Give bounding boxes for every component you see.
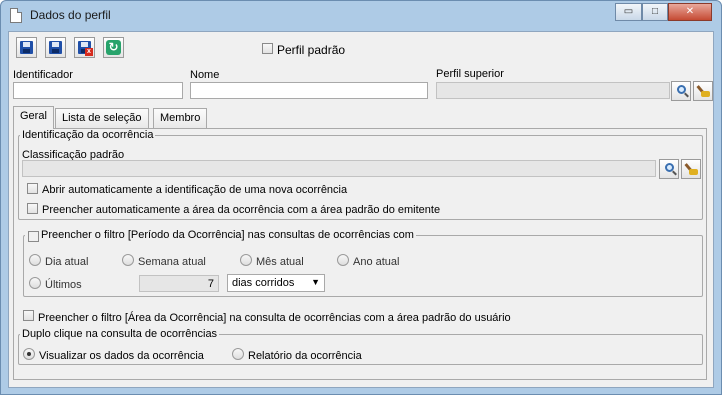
auto-open-label: Abrir automaticamente a identificação de…	[42, 184, 348, 196]
name-label: Nome	[190, 69, 220, 81]
radio-ultimos-label: Últimos	[45, 279, 82, 291]
maximize-button[interactable]: □	[642, 3, 668, 21]
document-icon	[10, 8, 22, 23]
radio-mes-atual-label: Mês atual	[256, 256, 304, 268]
parent-profile-clear-button[interactable]	[693, 81, 713, 101]
radio-visualizar-dados-label: Visualizar os dados da ocorrência	[39, 350, 204, 362]
parent-profile-input	[436, 82, 670, 99]
tab-membro[interactable]: Membro	[153, 108, 208, 128]
period-filter-legend: Preencher o filtro [Período da Ocorrênci…	[41, 229, 414, 241]
identifier-label: Identificador	[13, 69, 73, 81]
tab-panel-geral: Identificação da ocorrência Classificaçã…	[13, 128, 707, 380]
clear-icon	[685, 163, 699, 176]
name-input[interactable]	[190, 82, 428, 99]
refresh-icon: ↻	[106, 40, 121, 55]
radio-ano-atual[interactable]	[337, 254, 349, 266]
save-button[interactable]	[16, 37, 37, 58]
chevron-down-icon: ▼	[311, 277, 320, 287]
radio-ano-atual-label: Ano atual	[353, 256, 400, 268]
save-icon	[20, 41, 33, 54]
radio-visualizar-dados[interactable]	[23, 348, 35, 360]
save-close-button[interactable]: x	[74, 37, 95, 58]
radio-ultimos[interactable]	[29, 277, 41, 289]
default-profile-checkbox[interactable]	[262, 43, 273, 54]
radio-semana-atual-label: Semana atual	[138, 256, 206, 268]
period-filter-checkbox[interactable]	[28, 231, 39, 242]
save-new-button[interactable]	[45, 37, 66, 58]
classification-input	[22, 160, 656, 177]
radio-dia-atual[interactable]	[29, 254, 41, 266]
area-filter-label: Preencher o filtro [Área da Ocorrência] …	[38, 312, 511, 324]
search-icon	[677, 85, 686, 94]
classification-clear-button[interactable]	[681, 159, 701, 179]
last-days-input[interactable]: 7	[139, 275, 219, 292]
area-filter-checkbox[interactable]	[23, 310, 34, 321]
period-unit-select[interactable]: dias corridos ▼	[227, 274, 325, 292]
close-mark-icon: x	[85, 48, 93, 56]
title-bar[interactable]: Dados do perfil ▭ □ ✕	[1, 1, 721, 31]
double-click-legend: Duplo clique na consulta de ocorrências	[22, 328, 218, 340]
period-unit-value: dias corridos	[232, 277, 295, 289]
radio-semana-atual[interactable]	[122, 254, 134, 266]
close-button[interactable]: ✕	[668, 3, 712, 21]
auto-fill-area-label: Preencher automaticamente a área da ocor…	[42, 204, 441, 216]
identification-group-legend: Identificação da ocorrência	[22, 129, 154, 141]
parent-profile-label: Perfil superior	[436, 68, 504, 80]
save-new-icon	[49, 41, 62, 54]
radio-mes-atual[interactable]	[240, 254, 252, 266]
radio-relatorio[interactable]	[232, 348, 244, 360]
parent-profile-search-button[interactable]	[671, 81, 691, 101]
auto-fill-area-checkbox[interactable]	[27, 203, 38, 214]
dialog-body: x ↻ Perfil padrão Identificador Nome Per…	[8, 31, 714, 388]
auto-open-checkbox[interactable]	[27, 183, 38, 194]
identifier-input[interactable]	[13, 82, 183, 99]
classification-search-button[interactable]	[659, 159, 679, 179]
window: Dados do perfil ▭ □ ✕ x ↻ Perfil padrão …	[0, 0, 722, 395]
radio-relatorio-label: Relatório da ocorrência	[248, 350, 362, 362]
default-profile-label: Perfil padrão	[277, 43, 346, 57]
minimize-button[interactable]: ▭	[615, 3, 642, 21]
window-title: Dados do perfil	[30, 8, 111, 22]
tab-membro-label: Membro	[160, 112, 201, 124]
tab-geral-label: Geral	[20, 110, 47, 122]
refresh-button[interactable]: ↻	[103, 37, 124, 58]
tab-lista-de-selecao[interactable]: Lista de seleção	[55, 108, 149, 128]
search-icon	[665, 163, 674, 172]
radio-dia-atual-label: Dia atual	[45, 256, 89, 268]
tab-lista-de-selecao-label: Lista de seleção	[62, 112, 142, 124]
clear-icon	[697, 85, 711, 98]
tab-geral[interactable]: Geral	[13, 106, 54, 129]
